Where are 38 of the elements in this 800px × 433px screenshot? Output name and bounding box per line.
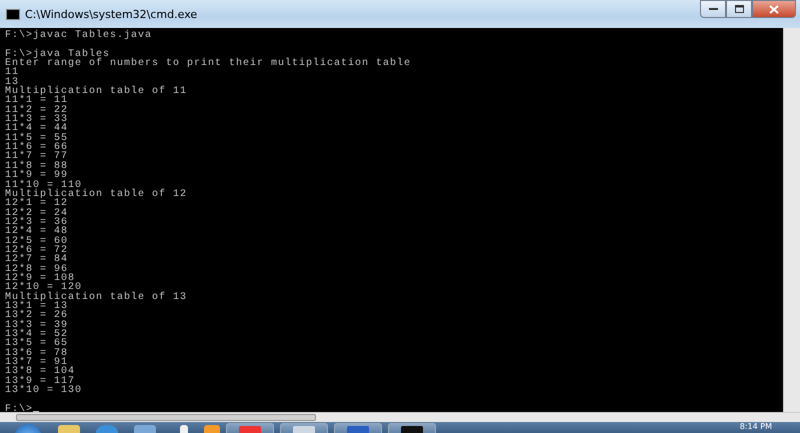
console-line: Multiplication table of 12 bbox=[5, 190, 188, 200]
console-line: 13*3 = 39 bbox=[5, 320, 68, 330]
console-line: 12*7 = 84 bbox=[5, 255, 68, 265]
console-line: 13*5 = 65 bbox=[5, 339, 68, 349]
console-line: 13 bbox=[5, 78, 20, 88]
console-line: 12*2 = 24 bbox=[5, 208, 68, 218]
console-line: 11*1 = 11 bbox=[5, 96, 68, 106]
console-line: F:\>javac Tables.java bbox=[5, 31, 152, 40]
console-line: 12*1 = 12 bbox=[5, 199, 68, 209]
console-line: 11*9 = 99 bbox=[5, 171, 68, 180]
console-line: 11*10 = 110 bbox=[5, 180, 82, 190]
console-line: 11 bbox=[5, 68, 20, 78]
window-title: C:\Windows\system32\cmd.exe bbox=[25, 8, 198, 20]
scrollbar-thumb[interactable] bbox=[16, 414, 316, 421]
console-line: Multiplication table of 13 bbox=[5, 292, 188, 302]
close-icon bbox=[769, 4, 779, 14]
console-line: Multiplication table of 11 bbox=[5, 87, 188, 96]
console-line: 12*4 = 48 bbox=[5, 227, 68, 237]
minimize-button[interactable] bbox=[700, 0, 726, 18]
minimize-icon bbox=[708, 7, 718, 11]
console-line: 11*7 = 77 bbox=[5, 152, 68, 162]
command-prompt: F:\> bbox=[5, 404, 34, 412]
console-line: 13*8 = 104 bbox=[5, 367, 76, 377]
console-line: 11*4 = 44 bbox=[5, 124, 68, 134]
clock-time: 8:14 PM bbox=[740, 422, 772, 431]
console-line: 12*5 = 60 bbox=[5, 236, 68, 246]
console-line: Enter range of numbers to print their multiplication table bbox=[5, 59, 412, 68]
maximize-button[interactable] bbox=[726, 0, 752, 18]
taskbar-button[interactable] bbox=[388, 423, 436, 433]
close-button[interactable] bbox=[752, 0, 796, 18]
console-icon bbox=[6, 8, 20, 20]
maximize-icon bbox=[734, 5, 744, 13]
console-line: 12*10 = 120 bbox=[5, 283, 82, 293]
console-line: 13*2 = 26 bbox=[5, 311, 68, 321]
console-line: 13*10 = 130 bbox=[5, 386, 82, 396]
console-line: 12*8 = 96 bbox=[5, 264, 68, 274]
horizontal-scrollbar[interactable] bbox=[0, 412, 800, 422]
vertical-scrollbar[interactable] bbox=[783, 28, 800, 412]
